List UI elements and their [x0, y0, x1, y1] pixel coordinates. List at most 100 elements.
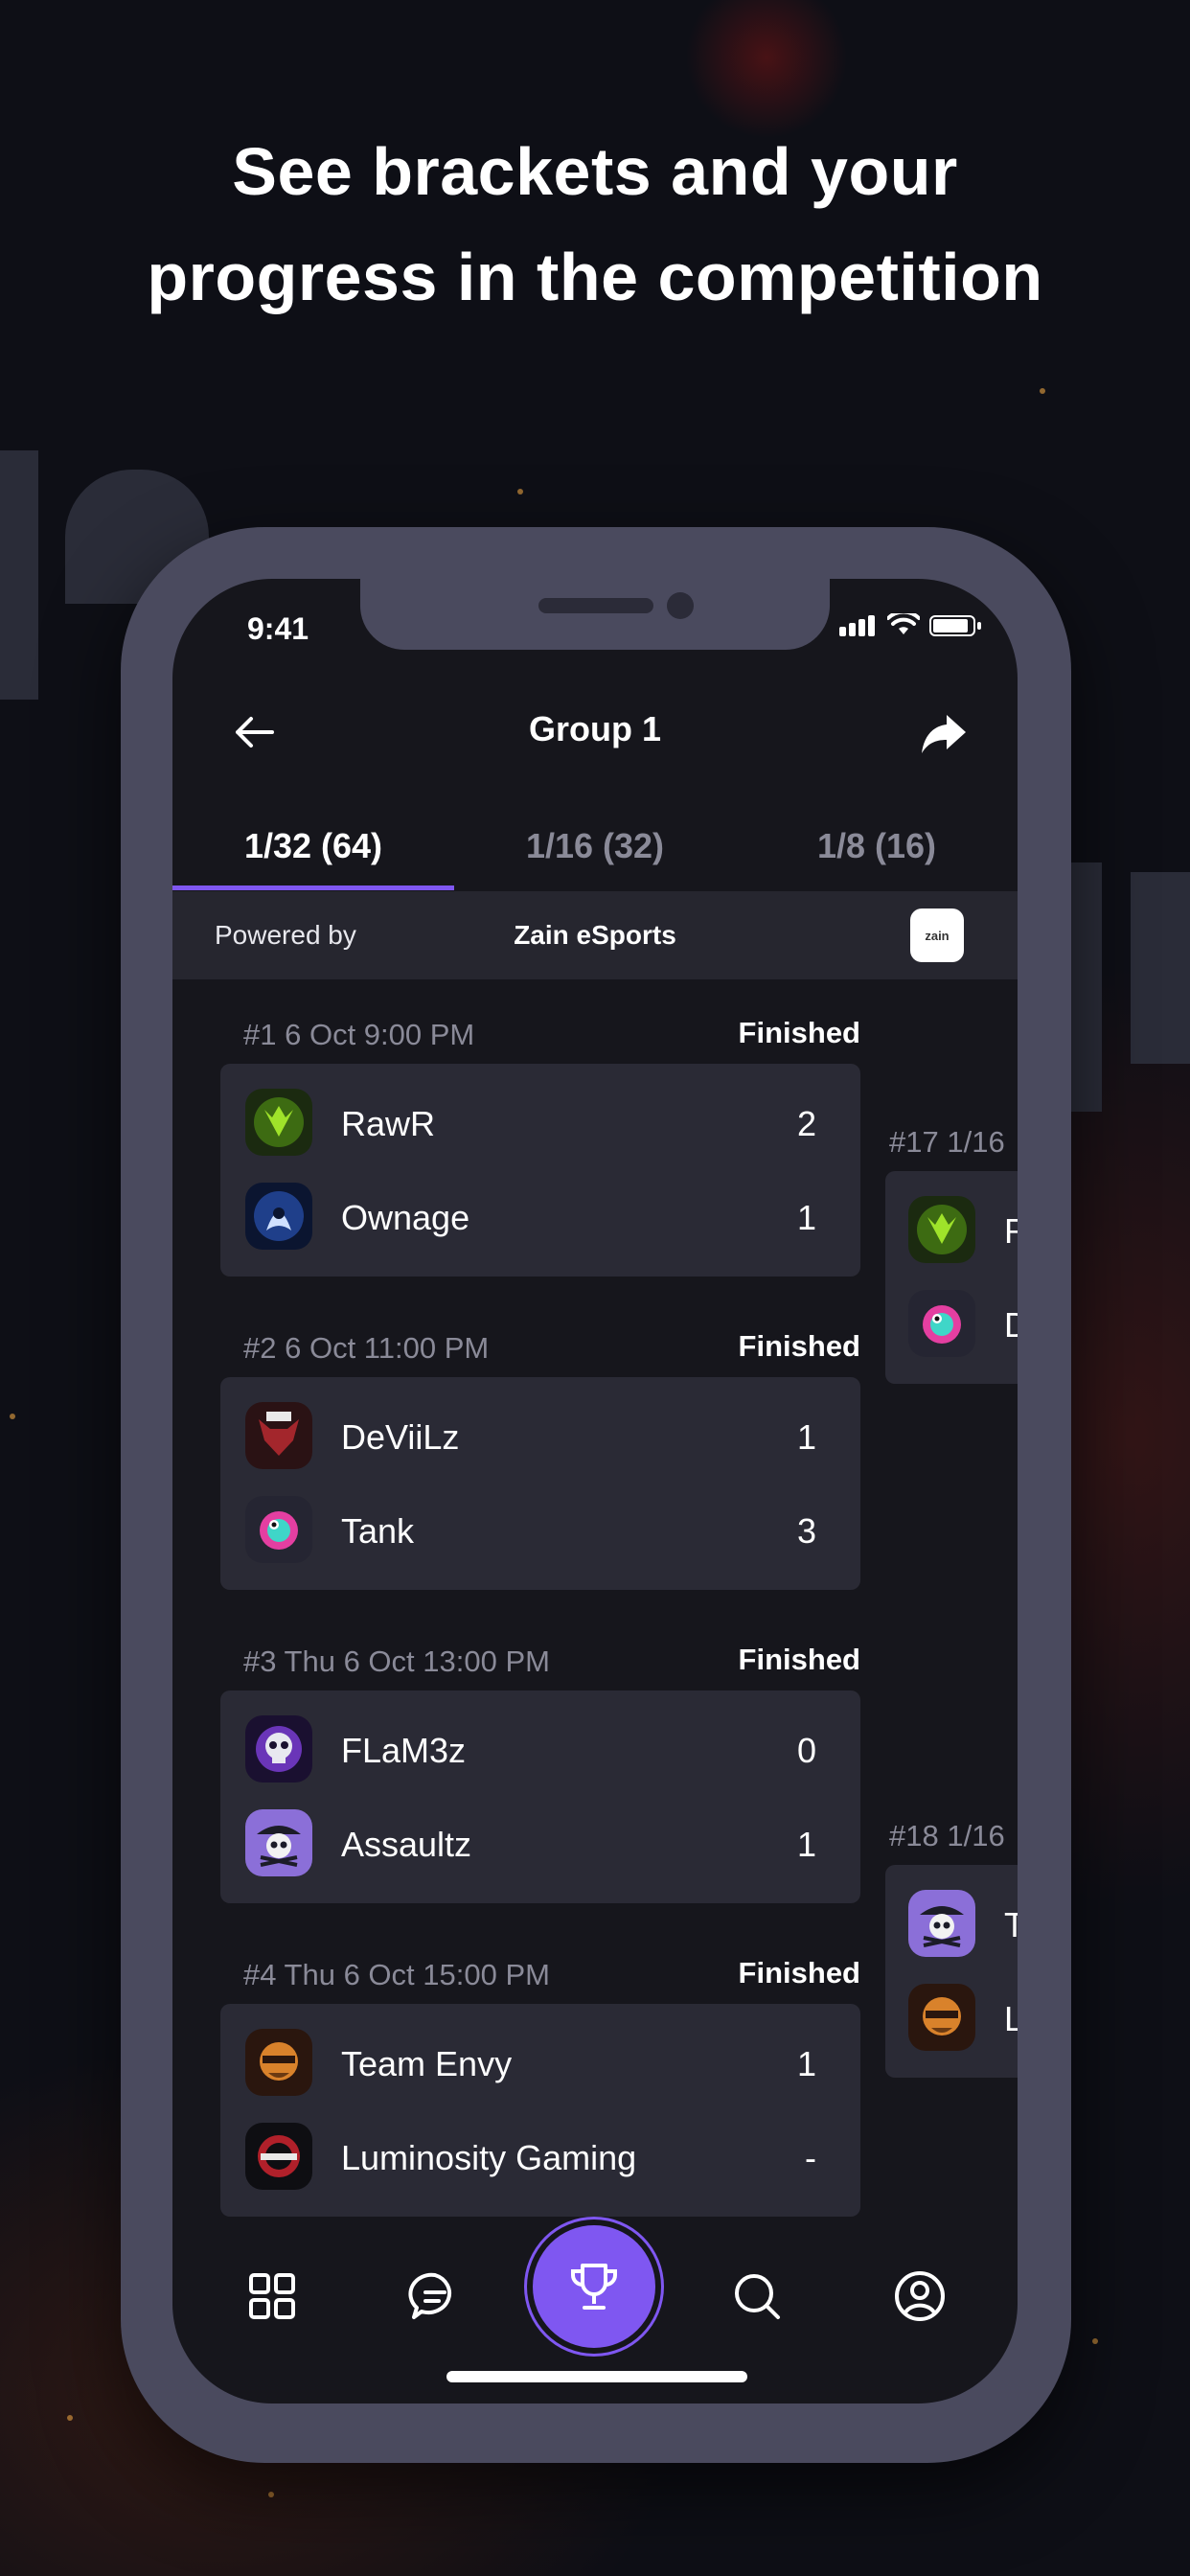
search-icon[interactable]	[728, 2267, 786, 2325]
match-card-4[interactable]: #4 Thu 6 Oct 15:00 PM Finished Team Envy…	[220, 1946, 860, 2217]
match-teams: RawR 2 Ownage 1	[220, 1064, 860, 1276]
headline: See brackets and your progress in the co…	[0, 119, 1190, 330]
chat-icon[interactable]	[406, 2267, 464, 2325]
next-round-match-17[interactable]: #17 1/16 R D	[885, 1114, 1018, 1384]
ember	[1040, 388, 1045, 394]
ember	[10, 1414, 15, 1419]
match-number: #4	[243, 1958, 277, 1991]
team-name: L	[1004, 1999, 1018, 2038]
next-round-match-18[interactable]: #18 1/16 T L	[885, 1807, 1018, 2078]
grid-icon[interactable]	[243, 2267, 301, 2325]
team-score: 1	[796, 1417, 816, 1457]
team-score: 2	[796, 1104, 816, 1143]
tab-1-8[interactable]: 1/8 (16)	[736, 826, 1018, 866]
team-score: 1	[796, 1825, 816, 1864]
sponsor-name: Zain eSports	[514, 920, 676, 950]
profile-icon[interactable]	[891, 2267, 949, 2325]
team-row[interactable]: Ownage 1	[245, 1183, 835, 1252]
team-logo-red-bull	[245, 1402, 312, 1469]
match-date: 1/16	[947, 1819, 1005, 1852]
tab-1-32[interactable]: 1/32 (64)	[172, 826, 454, 866]
match-card-1[interactable]: #1 6 Oct 9:00 PM Finished RawR 2 Ownage …	[220, 1006, 860, 1276]
team-logo-chameleon	[245, 1496, 312, 1563]
match-info: #4 Thu 6 Oct 15:00 PM	[243, 1958, 550, 1992]
team-logo-chameleon	[908, 1290, 975, 1357]
team-logo-purple-skull	[245, 1715, 312, 1782]
team-logo-green-gargoyle	[908, 1196, 975, 1263]
team-name: FLaM3z	[341, 1731, 467, 1770]
team-logo-orange-bandit	[908, 1984, 975, 2051]
team-score: -	[805, 2138, 816, 2177]
team-name: Team Envy	[341, 2044, 513, 2083]
ember	[67, 2415, 73, 2421]
match-teams: Team Envy 1 Luminosity Gaming -	[220, 2004, 860, 2217]
match-number: #18	[889, 1819, 939, 1852]
team-name: Ownage	[341, 1198, 470, 1237]
team-row[interactable]: RawR 2	[245, 1089, 835, 1158]
powered-by-bar: Powered by Zain eSports zain	[172, 891, 1018, 979]
team-name: D	[1004, 1305, 1018, 1345]
team-name: RawR	[341, 1104, 436, 1143]
background-bar-shape	[1071, 862, 1102, 1112]
match-date: Thu 6 Oct 13:00 PM	[284, 1644, 550, 1678]
match-card-3[interactable]: #3 Thu 6 Oct 13:00 PM Finished FLaM3z 0 …	[220, 1633, 860, 1903]
team-row[interactable]: L	[908, 1984, 1018, 2053]
match-status: Finished	[738, 1329, 860, 1363]
team-name: Luminosity Gaming	[341, 2138, 637, 2177]
tab-1-16[interactable]: 1/16 (32)	[454, 826, 736, 866]
team-logo-pirate	[245, 1809, 312, 1876]
match-teams: FLaM3z 0 Assaultz 1	[220, 1690, 860, 1903]
top-bar: Group 1	[172, 684, 1018, 780]
team-row[interactable]: FLaM3z 0	[245, 1715, 835, 1784]
match-number: #2	[243, 1331, 277, 1365]
match-date: 1/16	[947, 1125, 1005, 1159]
home-indicator[interactable]	[446, 2371, 747, 2382]
share-icon[interactable]	[914, 703, 972, 761]
team-row[interactable]: Tank 3	[245, 1496, 835, 1565]
match-info: #2 6 Oct 11:00 PM	[243, 1331, 489, 1366]
team-row[interactable]: Team Envy 1	[245, 2029, 835, 2098]
ember	[1092, 2338, 1098, 2344]
background-bar-shape	[1131, 872, 1190, 1064]
match-teams: R D	[885, 1171, 1018, 1384]
match-date: 6 Oct 11:00 PM	[285, 1331, 490, 1365]
team-name: Tank	[341, 1511, 415, 1551]
team-row[interactable]: D	[908, 1290, 1018, 1359]
round-tabs: 1/32 (64) 1/16 (32) 1/8 (16)	[172, 809, 1018, 891]
background-letter-shape	[0, 450, 38, 700]
match-info: #17 1/16	[889, 1125, 1005, 1160]
headline-line-2: progress in the competition	[147, 240, 1043, 314]
team-row[interactable]: DeViiLz 1	[245, 1402, 835, 1471]
match-number: #1	[243, 1018, 277, 1051]
team-row[interactable]: T	[908, 1890, 1018, 1959]
team-logo-orange-bandit	[245, 2029, 312, 2096]
team-logo-blue-reaper	[245, 1183, 312, 1250]
bottom-nav	[172, 2225, 1018, 2359]
match-date: Thu 6 Oct 15:00 PM	[284, 1958, 550, 1991]
front-camera	[667, 592, 694, 619]
zain-logo-text: zain	[925, 928, 950, 943]
team-score: 0	[796, 1731, 816, 1770]
team-row[interactable]: R	[908, 1196, 1018, 1265]
status-icons	[839, 613, 981, 636]
zain-logo[interactable]: zain	[910, 908, 964, 962]
match-header: #2 6 Oct 11:00 PM Finished	[220, 1320, 860, 1377]
trophy-nav-button[interactable]	[533, 2225, 655, 2348]
ember	[517, 489, 523, 494]
phone-screen: 9:41 Group 1 1/32 (64) 1/16 (32) 1/8 (16…	[172, 579, 1018, 2404]
signal-icon	[839, 615, 878, 636]
match-number: #3	[243, 1644, 277, 1678]
match-header: #3 Thu 6 Oct 13:00 PM Finished	[220, 1633, 860, 1690]
team-row[interactable]: Luminosity Gaming -	[245, 2123, 835, 2192]
team-logo-pirate	[908, 1890, 975, 1957]
match-card-2[interactable]: #2 6 Oct 11:00 PM Finished DeViiLz 1 Tan…	[220, 1320, 860, 1590]
match-teams: DeViiLz 1 Tank 3	[220, 1377, 860, 1590]
team-score: 1	[796, 1198, 816, 1237]
battery-tip	[977, 622, 981, 630]
match-status: Finished	[738, 1956, 860, 1990]
team-name: R	[1004, 1211, 1018, 1251]
team-row[interactable]: Assaultz 1	[245, 1809, 835, 1878]
headline-line-1: See brackets and your	[232, 134, 958, 209]
team-score: 1	[796, 2044, 816, 2083]
match-info: #3 Thu 6 Oct 13:00 PM	[243, 1644, 550, 1679]
